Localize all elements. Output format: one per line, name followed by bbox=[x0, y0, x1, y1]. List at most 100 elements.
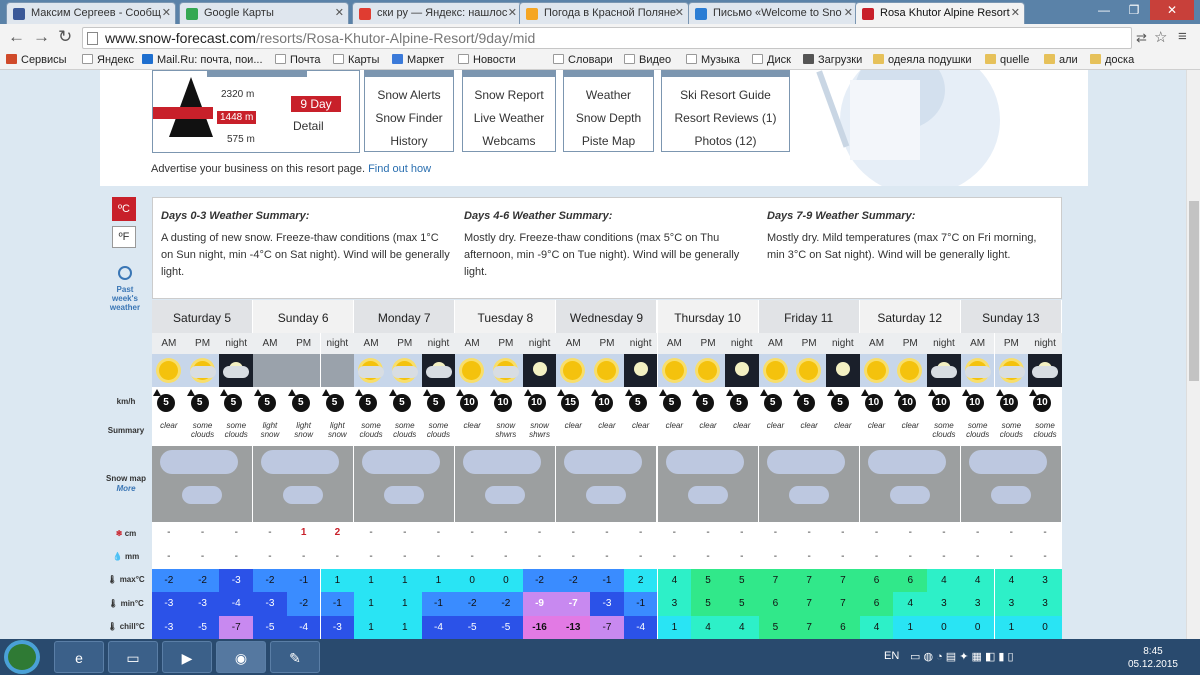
snow-map-thumbnail[interactable] bbox=[253, 446, 355, 522]
weather-link[interactable]: Weather bbox=[564, 88, 653, 102]
browser-tab[interactable]: Максим Сергеев - Сообщ ✕ bbox=[6, 2, 176, 24]
photos-link[interactable]: Photos (12) bbox=[662, 134, 789, 148]
snow-alerts-link[interactable]: Snow Alerts bbox=[365, 88, 453, 102]
period-label: PM bbox=[185, 333, 220, 354]
snow-map-thumbnail[interactable] bbox=[859, 446, 961, 522]
browser-tab-active[interactable]: Rosa Khutor Alpine Resort ✕ bbox=[855, 2, 1025, 24]
day-header[interactable]: Saturday 5 bbox=[152, 300, 254, 333]
day-header[interactable]: Tuesday 8 bbox=[455, 300, 557, 333]
close-tab-icon[interactable]: ✕ bbox=[335, 6, 344, 19]
max-temp-cell: 1 bbox=[421, 569, 456, 593]
bookmark-item[interactable]: Музыка bbox=[686, 54, 740, 66]
back-icon[interactable]: ← bbox=[8, 27, 25, 47]
close-tab-icon[interactable]: ✕ bbox=[1011, 6, 1020, 19]
page-scrollbar[interactable] bbox=[1186, 70, 1200, 639]
ie-icon[interactable]: e bbox=[54, 641, 104, 673]
minimize-icon[interactable]: — bbox=[1090, 0, 1118, 20]
bookmark-item[interactable]: Видео bbox=[624, 54, 671, 66]
day-header[interactable]: Sunday 13 bbox=[960, 300, 1062, 333]
piste-map-link[interactable]: Piste Map bbox=[564, 134, 653, 148]
day-header[interactable]: Wednesday 9 bbox=[556, 300, 658, 333]
past-weather-link[interactable]: Past week's weather bbox=[104, 266, 146, 312]
celsius-toggle[interactable]: ºC bbox=[112, 197, 136, 221]
explorer-folder-icon[interactable]: ▭ bbox=[108, 641, 158, 673]
bookmark-folder[interactable]: доска bbox=[1090, 54, 1134, 66]
system-clock[interactable]: 8:45 05.12.2015 bbox=[1128, 645, 1178, 671]
menu-icon[interactable]: ≡ bbox=[1178, 28, 1187, 45]
browser-tab[interactable]: ски ру — Яндекс: нашлос ✕ bbox=[352, 2, 522, 24]
bookmark-folder[interactable]: quelle bbox=[985, 54, 1029, 66]
day-header[interactable]: Friday 11 bbox=[758, 300, 860, 333]
browser-tab[interactable]: Google Карты ✕ bbox=[179, 2, 349, 24]
browser-tab[interactable]: Письмо «Welcome to Sno ✕ bbox=[688, 2, 858, 24]
close-tab-icon[interactable]: ✕ bbox=[162, 6, 171, 19]
bookmark-item[interactable]: Карты bbox=[333, 54, 379, 66]
day-header[interactable]: Sunday 6 bbox=[253, 300, 355, 333]
language-indicator[interactable]: EN bbox=[884, 650, 899, 662]
forward-icon[interactable]: → bbox=[33, 27, 50, 47]
snow-finder-link[interactable]: Snow Finder bbox=[365, 111, 453, 125]
snow-map-more-link[interactable]: More bbox=[102, 484, 150, 493]
close-tab-icon[interactable]: ✕ bbox=[508, 6, 517, 19]
weather-sun-icon bbox=[590, 354, 624, 387]
bookmark-item[interactable]: Маркет bbox=[392, 54, 444, 66]
close-tab-icon[interactable]: ✕ bbox=[675, 6, 684, 19]
bookmark-item[interactable]: Диск bbox=[752, 54, 791, 66]
folder-icon bbox=[1090, 54, 1101, 64]
bookmark-item[interactable]: Новости bbox=[458, 54, 516, 66]
ski-resort-guide-link[interactable]: Ski Resort Guide bbox=[662, 88, 789, 102]
close-window-icon[interactable]: ✕ bbox=[1150, 0, 1194, 20]
address-bar[interactable]: www.snow-forecast.com/resorts/Rosa-Khuto… bbox=[82, 27, 1132, 49]
find-out-how-link[interactable]: Find out how bbox=[368, 163, 431, 175]
elevation-top[interactable]: 2320 m bbox=[221, 89, 254, 100]
resort-elevation-widget[interactable]: 2320 m 1448 m 575 m 9 Day Detail bbox=[152, 70, 360, 153]
scrollbar-thumb[interactable] bbox=[1189, 201, 1199, 381]
snow-map-thumbnail[interactable] bbox=[354, 446, 456, 522]
chrome-icon[interactable]: ◉ bbox=[216, 641, 266, 673]
bookmark-item[interactable]: Mail.Ru: почта, пои... bbox=[142, 54, 263, 66]
wind-speed: 5 bbox=[628, 394, 647, 412]
history-link[interactable]: History bbox=[365, 134, 453, 148]
summary-cell: clear bbox=[665, 421, 684, 430]
tray-icons[interactable]: ▭ ◍ ◔ ▤ ✦ ▦ ◧ ▮ ▯ bbox=[910, 650, 1014, 663]
maximize-icon[interactable]: ❐ bbox=[1120, 0, 1148, 20]
star-icon[interactable]: ☆ bbox=[1154, 28, 1167, 46]
paint-icon[interactable]: ✎ bbox=[270, 641, 320, 673]
webcams-link[interactable]: Webcams bbox=[463, 134, 555, 148]
snow-report-link[interactable]: Snow Report bbox=[463, 88, 555, 102]
bookmark-item[interactable]: Почта bbox=[275, 54, 321, 66]
weather-sun-icon bbox=[455, 354, 489, 387]
bookmark-item[interactable]: Загрузки bbox=[803, 54, 862, 66]
detail-link[interactable]: Detail bbox=[293, 119, 324, 133]
snow-map-thumbnail[interactable] bbox=[556, 446, 658, 522]
weather-moon-cloud-icon bbox=[219, 354, 254, 387]
bookmark-folder[interactable]: али bbox=[1044, 54, 1078, 66]
fahrenheit-toggle[interactable]: ºF bbox=[112, 226, 136, 248]
snow-map-thumbnail[interactable] bbox=[152, 446, 254, 522]
bookmark-item[interactable]: Яндекс bbox=[82, 54, 134, 66]
max-temp-cell: -2 bbox=[185, 569, 220, 593]
resort-reviews-link[interactable]: Resort Reviews (1) bbox=[662, 111, 789, 125]
snow-depth-link[interactable]: Snow Depth bbox=[564, 111, 653, 125]
snow-map-thumbnail[interactable] bbox=[758, 446, 860, 522]
live-weather-link[interactable]: Live Weather bbox=[463, 111, 555, 125]
snow-map-thumbnail[interactable] bbox=[657, 446, 759, 522]
snow-cell: - bbox=[403, 527, 407, 538]
nine-day-button[interactable]: 9 Day bbox=[291, 96, 341, 112]
day-header[interactable]: Saturday 12 bbox=[859, 300, 961, 333]
reload-icon[interactable]: ↻ bbox=[58, 27, 72, 47]
browser-tab[interactable]: Погода в Красной Поляне ✕ bbox=[519, 2, 689, 24]
bookmark-item[interactable]: Сервисы bbox=[6, 54, 67, 66]
elevation-mid[interactable]: 1448 m bbox=[217, 111, 257, 124]
snow-map-thumbnail[interactable] bbox=[960, 446, 1062, 522]
bookmark-folder[interactable]: одеяла подушки bbox=[873, 54, 972, 66]
bookmark-item[interactable]: Словари bbox=[553, 54, 613, 66]
snow-map-thumbnail[interactable] bbox=[455, 446, 557, 522]
elevation-bottom[interactable]: 575 m bbox=[227, 134, 255, 145]
close-tab-icon[interactable]: ✕ bbox=[844, 6, 853, 19]
day-header[interactable]: Thursday 10 bbox=[657, 300, 759, 333]
translate-icon[interactable]: ⇄ bbox=[1136, 30, 1147, 46]
start-button[interactable] bbox=[4, 640, 40, 674]
media-player-icon[interactable]: ▶ bbox=[162, 641, 212, 673]
day-header[interactable]: Monday 7 bbox=[354, 300, 456, 333]
